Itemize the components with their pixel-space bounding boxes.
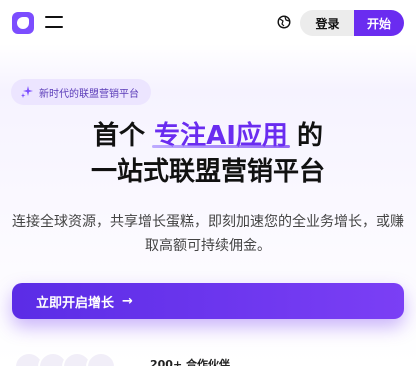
top-navigation-bar: 登录 开始 (0, 0, 416, 44)
start-button[interactable]: 开始 (354, 10, 404, 36)
cta-label: 立即开启增长 (36, 295, 115, 311)
headline-highlight: 专注AI应用 (154, 121, 288, 151)
globe-icon[interactable] (277, 15, 291, 29)
hamburger-menu-icon[interactable] (45, 16, 63, 28)
hero-subtext: 连接全球资源，共享增长蛋糕，即刻加速您的全业务增长，或赚取高额可持续佣金。 (12, 214, 404, 254)
partner-avatars (14, 352, 116, 366)
headline-prefix: 首个 (93, 121, 155, 151)
headline-suffix: 的 (287, 121, 323, 151)
login-button[interactable]: 登录 (300, 10, 355, 36)
headline-line-1: 首个 专注AI应用 的 (0, 118, 416, 154)
badge-text: 新时代的联盟营销平台 (39, 88, 139, 100)
partners-count: 200+ 合作伙伴 (150, 358, 231, 366)
headline-line-2: 一站式联盟营销平台 (90, 157, 325, 187)
arrow-right-icon: → (122, 293, 133, 309)
tagline-badge: 新时代的联盟营销平台 (11, 79, 151, 105)
app-logo-icon[interactable] (12, 12, 34, 34)
start-growth-button[interactable]: 立即开启增长 → (12, 283, 404, 319)
hero-headline: 首个 专注AI应用 的 一站式联盟营销平台 (0, 118, 416, 190)
sparkle-icon (21, 86, 33, 98)
avatar (86, 352, 116, 366)
